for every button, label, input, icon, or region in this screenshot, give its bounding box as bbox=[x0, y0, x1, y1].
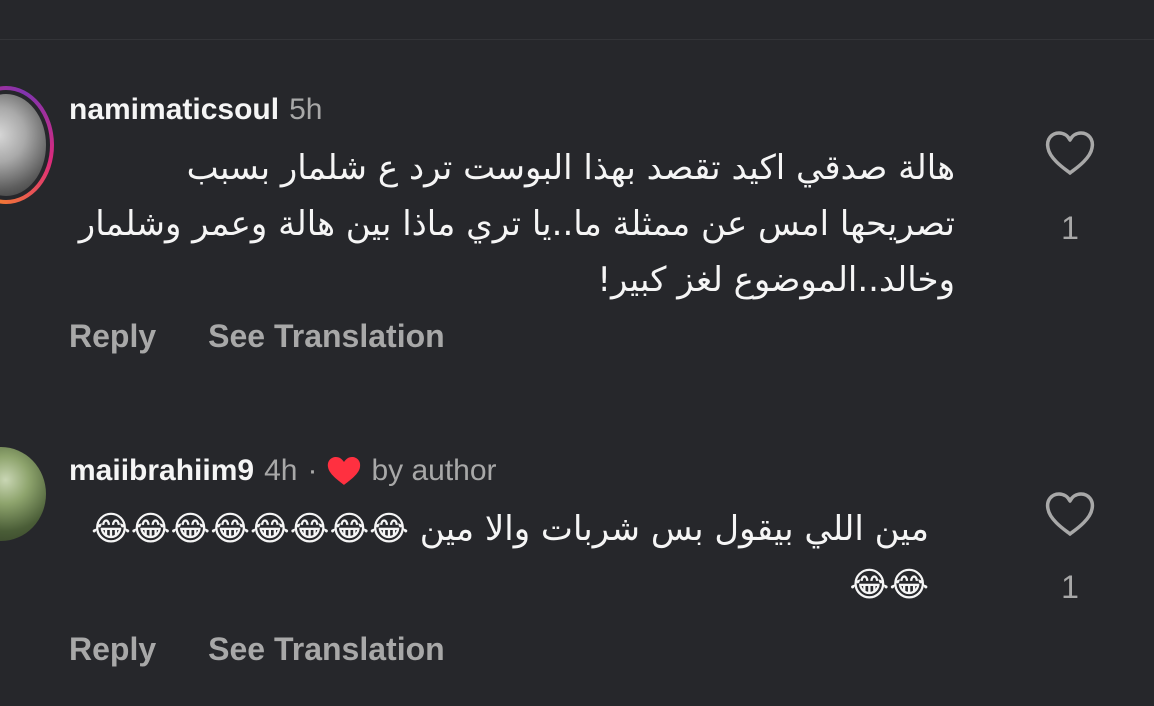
chevron-down-icon[interactable] bbox=[1046, 0, 1066, 6]
author-liked-label: by author bbox=[371, 454, 497, 487]
comment-actions: Reply See Translation bbox=[69, 318, 445, 355]
reply-button[interactable]: Reply bbox=[69, 318, 156, 355]
heart-outline-icon[interactable] bbox=[1044, 130, 1096, 178]
comment-text: هالة صدقي اكيد تقصد بهذا البوست ترد ع شل… bbox=[78, 148, 955, 300]
avatar[interactable] bbox=[0, 447, 46, 541]
like-count: 1 bbox=[1061, 210, 1079, 246]
comment-actions: Reply See Translation bbox=[69, 631, 445, 668]
like-count: 1 bbox=[1061, 569, 1079, 605]
divider bbox=[0, 39, 1154, 40]
username[interactable]: maiibrahiim9 bbox=[69, 454, 254, 488]
comment-text: مين اللي بيقول بس شربات والا مين 😂😂😂😂😂😂😂… bbox=[91, 509, 929, 605]
username[interactable]: namimaticsoul bbox=[69, 93, 279, 127]
timestamp: 4h bbox=[264, 454, 298, 487]
timestamp: 5h bbox=[289, 93, 323, 126]
comments-view: namimaticsoul 5h هالة صدقي اكيد تقصد بهذ… bbox=[0, 0, 1154, 706]
see-translation-button[interactable]: See Translation bbox=[208, 631, 445, 668]
heart-outline-icon[interactable] bbox=[1044, 491, 1096, 539]
separator-dot: · bbox=[307, 454, 318, 487]
heart-filled-icon bbox=[328, 457, 361, 485]
see-translation-button[interactable]: See Translation bbox=[208, 318, 445, 355]
comment-header: namimaticsoul 5h bbox=[69, 90, 322, 130]
comment-header: maiibrahiim9 4h · by author bbox=[69, 451, 497, 491]
avatar[interactable] bbox=[0, 86, 54, 204]
reply-button[interactable]: Reply bbox=[69, 631, 156, 668]
